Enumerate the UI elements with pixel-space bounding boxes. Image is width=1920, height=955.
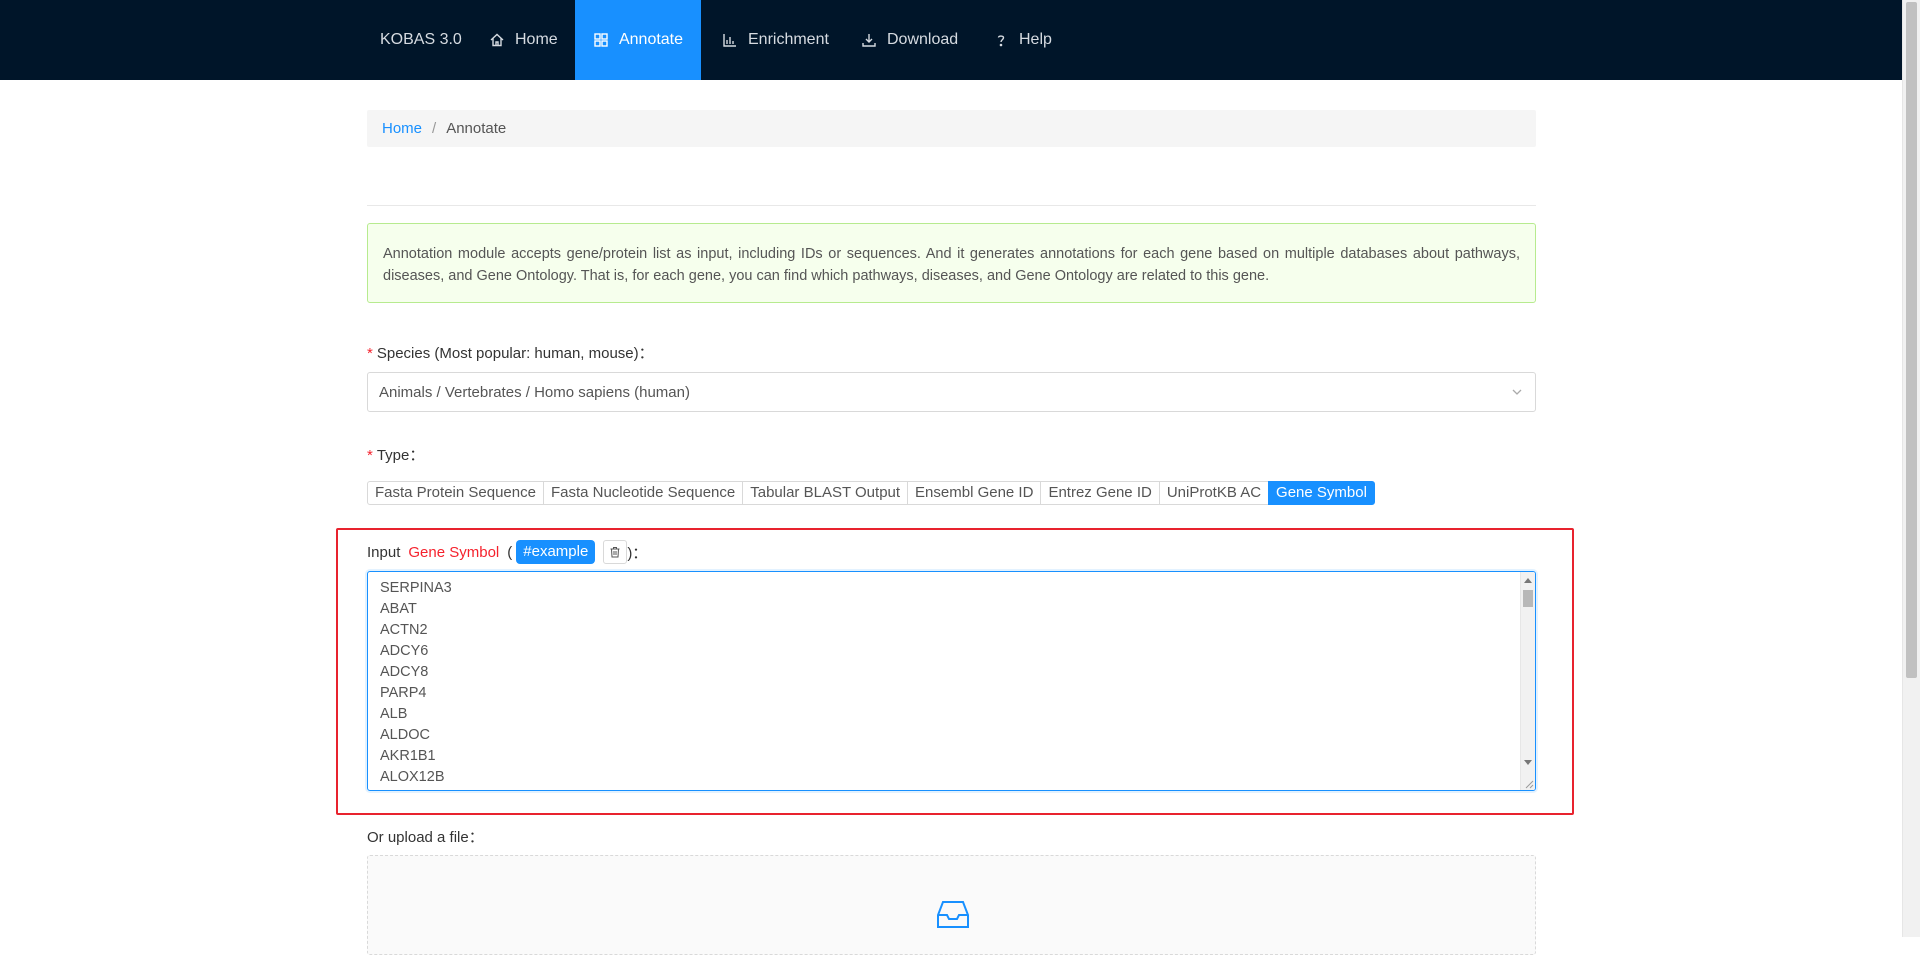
nav-help-label: Help	[1019, 31, 1052, 48]
home-icon	[489, 32, 505, 48]
gene-input-line: SERPINA3	[380, 580, 452, 596]
page-scrollbar[interactable]	[1902, 0, 1920, 937]
type-option-tabular-blast[interactable]: Tabular BLAST Output	[742, 481, 909, 505]
trash-icon	[610, 547, 620, 558]
input-close-paren: )：	[627, 544, 648, 562]
textarea-scrollbar[interactable]	[1520, 572, 1535, 790]
type-label: * Type：	[367, 444, 424, 465]
upload-dropzone[interactable]	[367, 855, 1536, 955]
bar-chart-icon	[722, 32, 738, 48]
clear-button[interactable]	[603, 540, 628, 564]
gene-input-line: ABAT	[380, 601, 417, 617]
nav-download-label: Download	[887, 31, 959, 48]
nav-home-label: Home	[515, 31, 558, 48]
nav-annotate-label: Annotate	[618, 31, 684, 48]
question-icon	[993, 32, 1009, 48]
type-option-uniprotkb-ac[interactable]: UniProtKB AC	[1158, 481, 1270, 505]
gene-input-line: PARP4	[380, 685, 427, 701]
gene-input-lines: SERPINA3 ABAT ACTN2 ADCY6 ADCY8 PARP4 ALB ALDOC…	[380, 578, 452, 788]
breadcrumb-separator: /	[432, 120, 437, 137]
inbox-icon	[937, 901, 969, 928]
type-radio-group: Fasta Protein Sequence Fasta Nucleotide …	[367, 481, 1375, 505]
gene-input-line: ALDOC	[380, 727, 430, 743]
brand-logo-text[interactable]: KOBAS 3.0	[380, 0, 462, 80]
resize-handle-icon[interactable]	[1524, 779, 1534, 789]
nav-enrichment[interactable]: Enrichment	[702, 0, 849, 80]
required-mark: *	[367, 345, 373, 362]
nav-download[interactable]: Download	[841, 0, 978, 80]
input-label-row: Input Gene Symbol ( #example )：	[367, 540, 647, 564]
download-icon	[861, 32, 877, 48]
nav-enrichment-label: Enrichment	[748, 31, 829, 48]
gene-input-line: ADCY8	[380, 664, 429, 680]
gene-input-line: ACTN2	[380, 622, 428, 638]
input-type-label: Gene Symbol	[408, 543, 500, 561]
chevron-down-icon	[1512, 389, 1522, 395]
top-navbar: KOBAS 3.0 Home Annotate Enrichment Downl…	[0, 0, 1902, 80]
info-alert: Annotation module accepts gene/protein l…	[367, 223, 1536, 303]
breadcrumb-home-link[interactable]: Home	[382, 120, 422, 137]
type-option-gene-symbol[interactable]: Gene Symbol	[1268, 481, 1375, 505]
type-option-fasta-nucleotide[interactable]: Fasta Nucleotide Sequence	[542, 481, 744, 505]
scroll-up-arrow-icon[interactable]	[1524, 578, 1532, 583]
textarea-scrollbar-thumb[interactable]	[1523, 590, 1533, 607]
section-divider	[367, 205, 1536, 206]
input-open-paren: (	[507, 543, 513, 561]
breadcrumb: Home / Annotate	[367, 110, 1536, 147]
gene-input-line: ADCY6	[380, 643, 429, 659]
type-option-ensembl-gene-id[interactable]: Ensembl Gene ID	[907, 481, 1042, 505]
gene-input-line: ALB	[380, 706, 408, 722]
species-label: * Species (Most popular: human, mouse)：	[367, 342, 654, 363]
nav-home[interactable]: Home	[469, 0, 578, 80]
nav-help[interactable]: Help	[973, 0, 1072, 80]
example-button[interactable]: #example	[516, 540, 596, 564]
type-label-text: Type：	[376, 447, 425, 464]
info-alert-text: Annotation module accepts gene/protein l…	[383, 246, 1520, 284]
type-option-entrez-gene-id[interactable]: Entrez Gene ID	[1040, 481, 1160, 505]
gene-input-textarea[interactable]: SERPINA3 ABAT ACTN2 ADCY6 ADCY8 PARP4 ALB ALDOC…	[367, 571, 1536, 791]
page-scrollbar-thumb[interactable]	[1906, 2, 1917, 678]
nav-annotate[interactable]: Annotate	[575, 0, 701, 80]
required-mark: *	[367, 447, 373, 464]
type-option-fasta-protein[interactable]: Fasta Protein Sequence	[367, 481, 544, 505]
species-select[interactable]: Animals / Vertebrates / Homo sapiens (hu…	[367, 372, 1536, 412]
gene-input-line: ALOX12B	[380, 769, 445, 785]
input-label-prefix: Input	[367, 543, 401, 561]
grid-icon	[593, 32, 609, 48]
upload-label-text: Or upload a file：	[367, 829, 484, 846]
species-label-text: Species (Most popular: human, mouse)：	[376, 345, 654, 362]
scroll-down-arrow-icon[interactable]	[1524, 760, 1532, 765]
breadcrumb-current: Annotate	[446, 120, 507, 137]
gene-input-line: AKR1B1	[380, 748, 436, 764]
species-select-value: Animals / Vertebrates / Homo sapiens (hu…	[379, 383, 690, 401]
upload-label: Or upload a file：	[367, 826, 484, 847]
